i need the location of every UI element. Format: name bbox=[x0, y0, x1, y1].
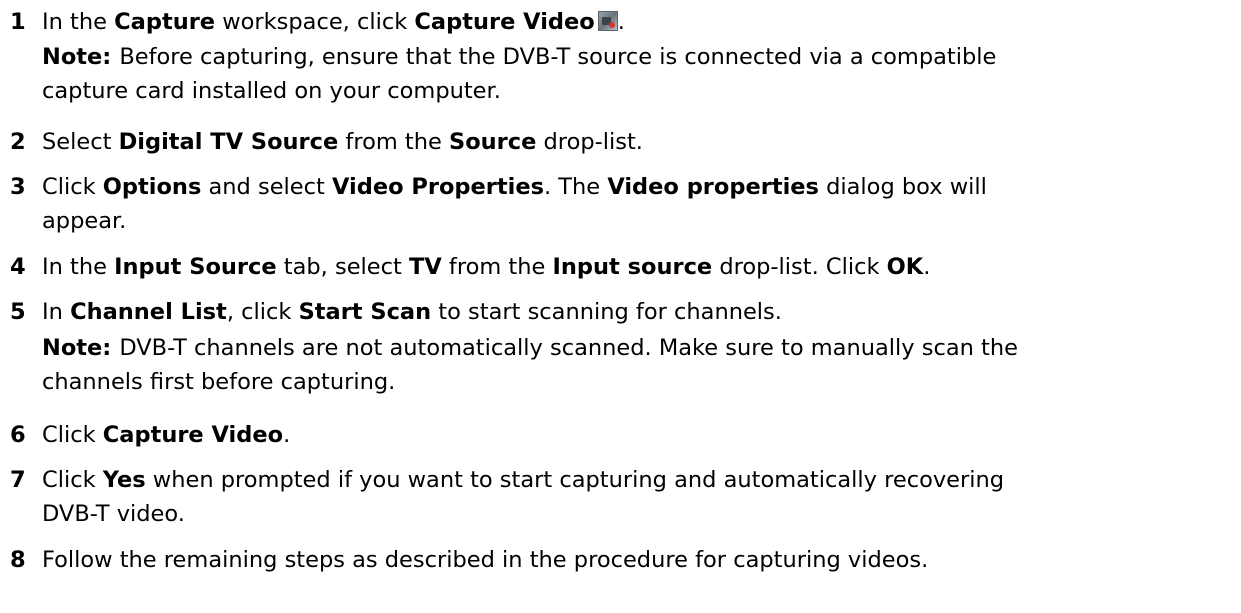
text-run: to start scanning for channels. bbox=[431, 299, 782, 325]
ui-term: Capture Video bbox=[102, 422, 284, 448]
text-run: DVB-T video. bbox=[42, 501, 185, 527]
text-run: and select bbox=[201, 174, 332, 200]
text-run: drop-list. bbox=[536, 129, 643, 155]
step-number: 1 bbox=[10, 9, 26, 35]
step-number: 6 bbox=[10, 422, 26, 448]
note-text: capture card installed on your computer. bbox=[42, 78, 501, 104]
text-run: when prompted if you want to start captu… bbox=[145, 467, 1005, 493]
ui-term: Input source bbox=[552, 254, 713, 280]
step-number: 7 bbox=[10, 467, 26, 493]
step-number: 4 bbox=[10, 254, 26, 280]
ui-term: Digital TV Source bbox=[118, 129, 339, 155]
text-run: In the bbox=[42, 254, 115, 280]
text-run: . bbox=[283, 422, 291, 448]
ui-term: Options bbox=[102, 174, 202, 200]
text-run: workspace, click bbox=[215, 9, 415, 35]
text-run: dialog box will bbox=[818, 174, 987, 200]
ui-term: Video Properties bbox=[331, 174, 544, 200]
text-run: Click bbox=[42, 422, 103, 448]
step-text: Click Yes when prompted if you want to s… bbox=[42, 463, 1232, 531]
ui-term: Capture bbox=[114, 9, 216, 35]
ui-term: Video properties bbox=[607, 174, 819, 200]
text-run: Follow the remaining steps as described … bbox=[42, 547, 929, 573]
text-run: appear. bbox=[42, 208, 127, 234]
text-run: tab, select bbox=[276, 254, 409, 280]
step-text: In Channel List, click Start Scan to sta… bbox=[42, 295, 1232, 329]
ui-term: OK bbox=[886, 254, 924, 280]
ui-term: Input Source bbox=[114, 254, 277, 280]
note-1: Note: Before capturing, ensure that the D… bbox=[42, 40, 1232, 108]
step-text: Select Digital TV Source from the Source… bbox=[42, 125, 1232, 159]
ui-term: Channel List bbox=[70, 299, 227, 325]
step-text: In the Input Source tab, select TV from … bbox=[42, 250, 1232, 284]
text-run: Click bbox=[42, 174, 103, 200]
step-number: 8 bbox=[10, 547, 26, 573]
capture-video-icon bbox=[597, 11, 618, 31]
step-number: 3 bbox=[10, 174, 26, 200]
text-run: drop-list. Click bbox=[712, 254, 887, 280]
step-number: 5 bbox=[10, 299, 26, 325]
note-text: channels first before capturing. bbox=[42, 369, 396, 395]
note-label: Note: bbox=[42, 335, 112, 361]
ui-term: TV bbox=[408, 254, 442, 280]
text-run: Click bbox=[42, 467, 103, 493]
step-number: 2 bbox=[10, 129, 26, 155]
text-run: . bbox=[617, 9, 625, 35]
ui-term: Capture Video bbox=[414, 9, 595, 35]
text-run: Select bbox=[42, 129, 119, 155]
instruction-page: 1 In the Capture workspace, click Captur… bbox=[0, 0, 1241, 613]
ui-term: Yes bbox=[102, 467, 146, 493]
text-run: . The bbox=[544, 174, 608, 200]
text-run: . bbox=[923, 254, 931, 280]
text-run: from the bbox=[441, 254, 553, 280]
text-run: In the bbox=[42, 9, 115, 35]
step-text: Click Capture Video. bbox=[42, 418, 1232, 452]
text-run: In bbox=[42, 299, 71, 325]
ui-term: Source bbox=[449, 129, 537, 155]
step-text: In the Capture workspace, click Capture … bbox=[42, 5, 1232, 39]
text-run: , click bbox=[226, 299, 299, 325]
step-text: Follow the remaining steps as described … bbox=[42, 543, 1232, 577]
ui-term: Start Scan bbox=[298, 299, 432, 325]
note-label: Note: bbox=[42, 44, 112, 70]
note-text: DVB-T channels are not automatically sca… bbox=[119, 335, 1018, 361]
note-text: Before capturing, ensure that the DVB-T … bbox=[119, 44, 997, 70]
text-run: from the bbox=[338, 129, 449, 155]
step-text: Click Options and select Video Propertie… bbox=[42, 170, 1232, 238]
note-5: Note: DVB-T channels are not automaticall… bbox=[42, 331, 1232, 399]
